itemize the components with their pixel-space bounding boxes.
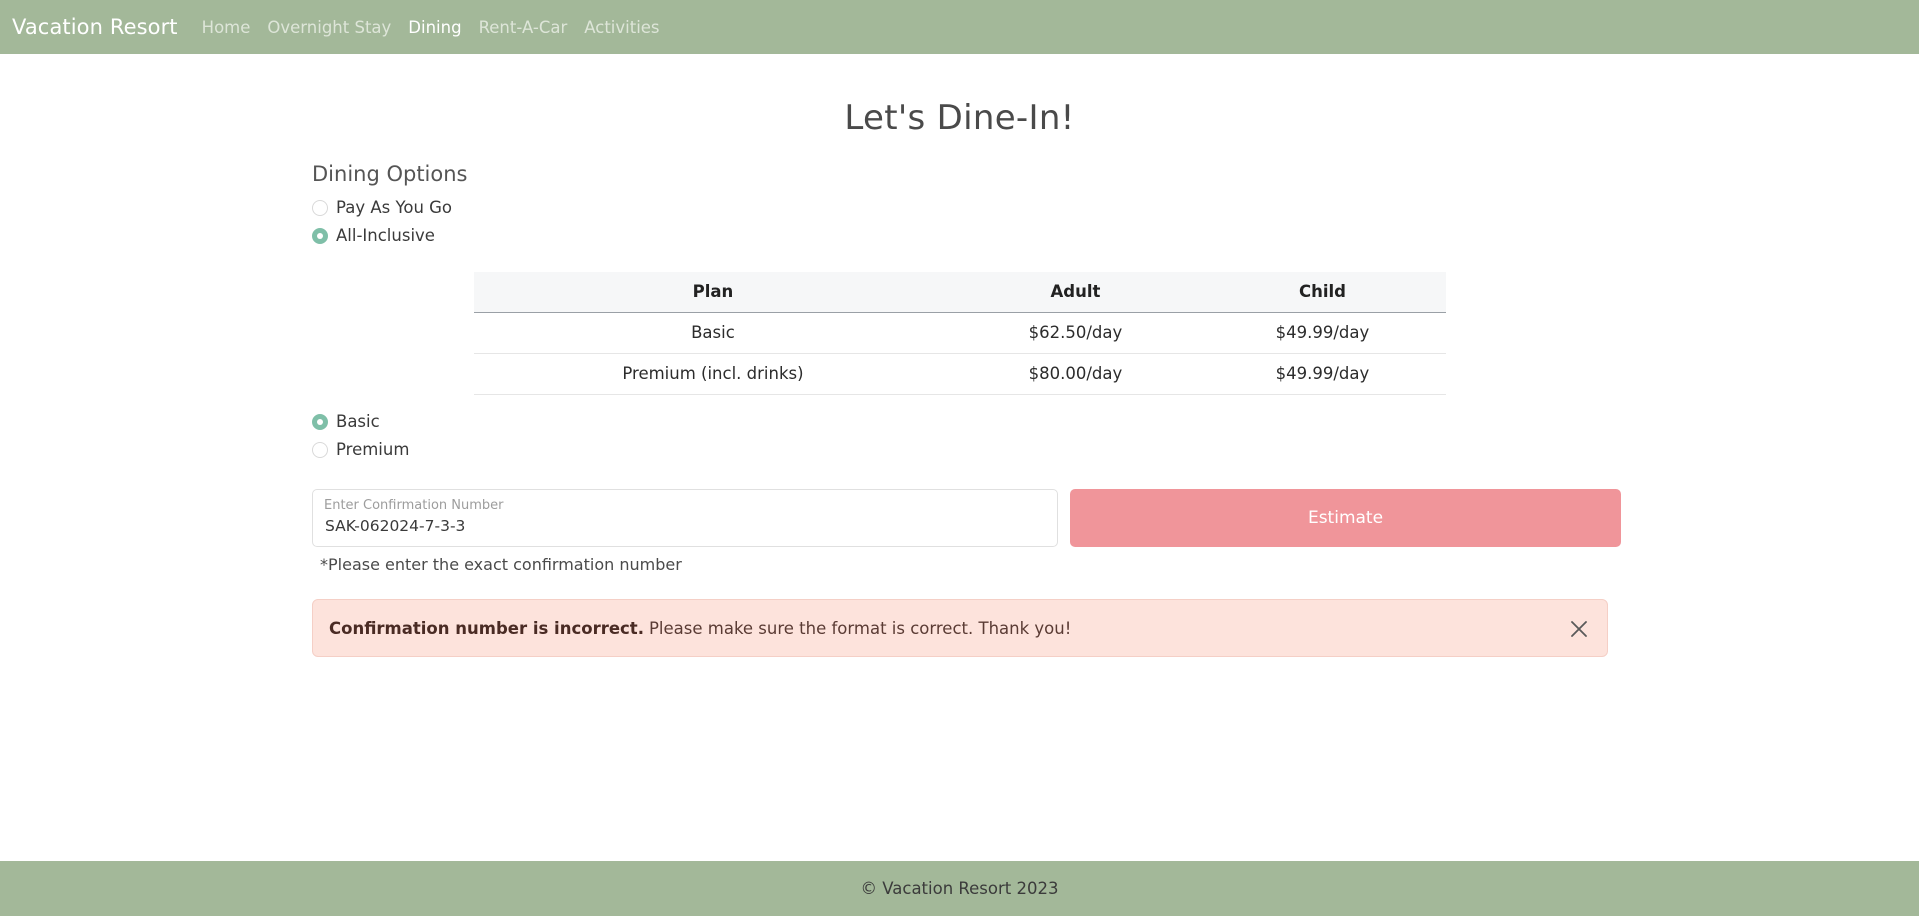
- confirmation-number-field[interactable]: Enter Confirmation Number: [312, 489, 1058, 547]
- table-header-plan: Plan: [474, 272, 952, 313]
- close-icon[interactable]: [1567, 617, 1591, 641]
- confirmation-number-input[interactable]: [325, 517, 1025, 535]
- confirmation-hint: *Please enter the exact confirmation num…: [320, 555, 682, 574]
- radio-pay-as-you-go[interactable]: Pay As You Go: [312, 198, 452, 217]
- table-cell-child-price: $49.99/day: [1198, 312, 1446, 354]
- radio-plan-premium-control[interactable]: [312, 441, 328, 458]
- table-row: Basic $62.50/day $49.99/day: [474, 312, 1446, 354]
- radio-plan-premium-label: Premium: [336, 440, 410, 459]
- dining-options-heading: Dining Options: [312, 162, 468, 186]
- alert-message: Please make sure the format is correct. …: [648, 618, 1072, 638]
- radio-plan-basic-control[interactable]: [312, 413, 328, 430]
- estimate-button[interactable]: Estimate: [1070, 489, 1621, 547]
- radio-all-inclusive[interactable]: All-Inclusive: [312, 226, 435, 245]
- table-cell-adult-price: $80.00/day: [951, 353, 1199, 395]
- alert-strong-text: Confirmation number is incorrect.: [329, 618, 644, 638]
- page-title: Let's Dine-In!: [844, 98, 1075, 138]
- top-navbar: Vacation Resort Home Overnight Stay Dini…: [0, 0, 1919, 54]
- footer-copyright: © Vacation Resort 2023: [860, 879, 1059, 898]
- table-header-row: Plan Adult Child: [474, 272, 1446, 313]
- nav-link-activities[interactable]: Activities: [584, 18, 659, 37]
- radio-plan-premium[interactable]: Premium: [312, 440, 409, 459]
- brand-logo-link[interactable]: Vacation Resort: [12, 15, 178, 39]
- table-header-child: Child: [1198, 272, 1446, 313]
- table-header-adult: Adult: [951, 272, 1199, 313]
- dining-plan-table: Plan Adult Child Basic $62.50/day $49.99…: [474, 272, 1446, 395]
- table-cell-adult-price: $62.50/day: [951, 312, 1199, 354]
- page-footer: © Vacation Resort 2023: [0, 861, 1919, 916]
- radio-pay-as-you-go-label: Pay As You Go: [336, 198, 453, 217]
- nav-link-rent-a-car[interactable]: Rent-A-Car: [479, 18, 568, 37]
- table-cell-plan: Basic: [474, 312, 952, 354]
- radio-pay-as-you-go-control[interactable]: [312, 199, 328, 216]
- error-alert: Confirmation number is incorrect. Please…: [312, 599, 1608, 657]
- radio-all-inclusive-control[interactable]: [312, 227, 328, 244]
- radio-plan-basic-label: Basic: [336, 412, 380, 431]
- table-row: Premium (incl. drinks) $80.00/day $49.99…: [474, 353, 1446, 395]
- confirmation-number-label: Enter Confirmation Number: [324, 498, 504, 513]
- table-cell-child-price: $49.99/day: [1198, 353, 1446, 395]
- nav-link-home[interactable]: Home: [202, 18, 251, 37]
- nav-link-overnight-stay[interactable]: Overnight Stay: [267, 18, 391, 37]
- radio-plan-basic[interactable]: Basic: [312, 412, 380, 431]
- table-cell-plan: Premium (incl. drinks): [474, 353, 952, 395]
- nav-link-dining[interactable]: Dining: [408, 18, 461, 37]
- radio-all-inclusive-label: All-Inclusive: [336, 226, 435, 245]
